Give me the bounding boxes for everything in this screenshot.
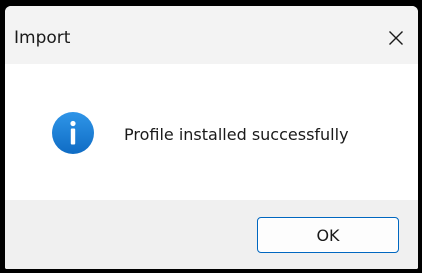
window-title: Import bbox=[14, 28, 71, 48]
close-button[interactable] bbox=[374, 20, 418, 56]
message-text: Profile installed successfully bbox=[124, 125, 349, 144]
close-icon bbox=[389, 31, 403, 45]
ok-button[interactable]: OK bbox=[257, 217, 399, 253]
dialog-content: Profile installed successfully bbox=[5, 64, 418, 200]
info-icon bbox=[52, 112, 94, 154]
title-bar[interactable]: Import bbox=[5, 6, 418, 64]
import-dialog: Import Profile installed successfully OK bbox=[5, 6, 418, 269]
dialog-footer: OK bbox=[5, 200, 418, 269]
